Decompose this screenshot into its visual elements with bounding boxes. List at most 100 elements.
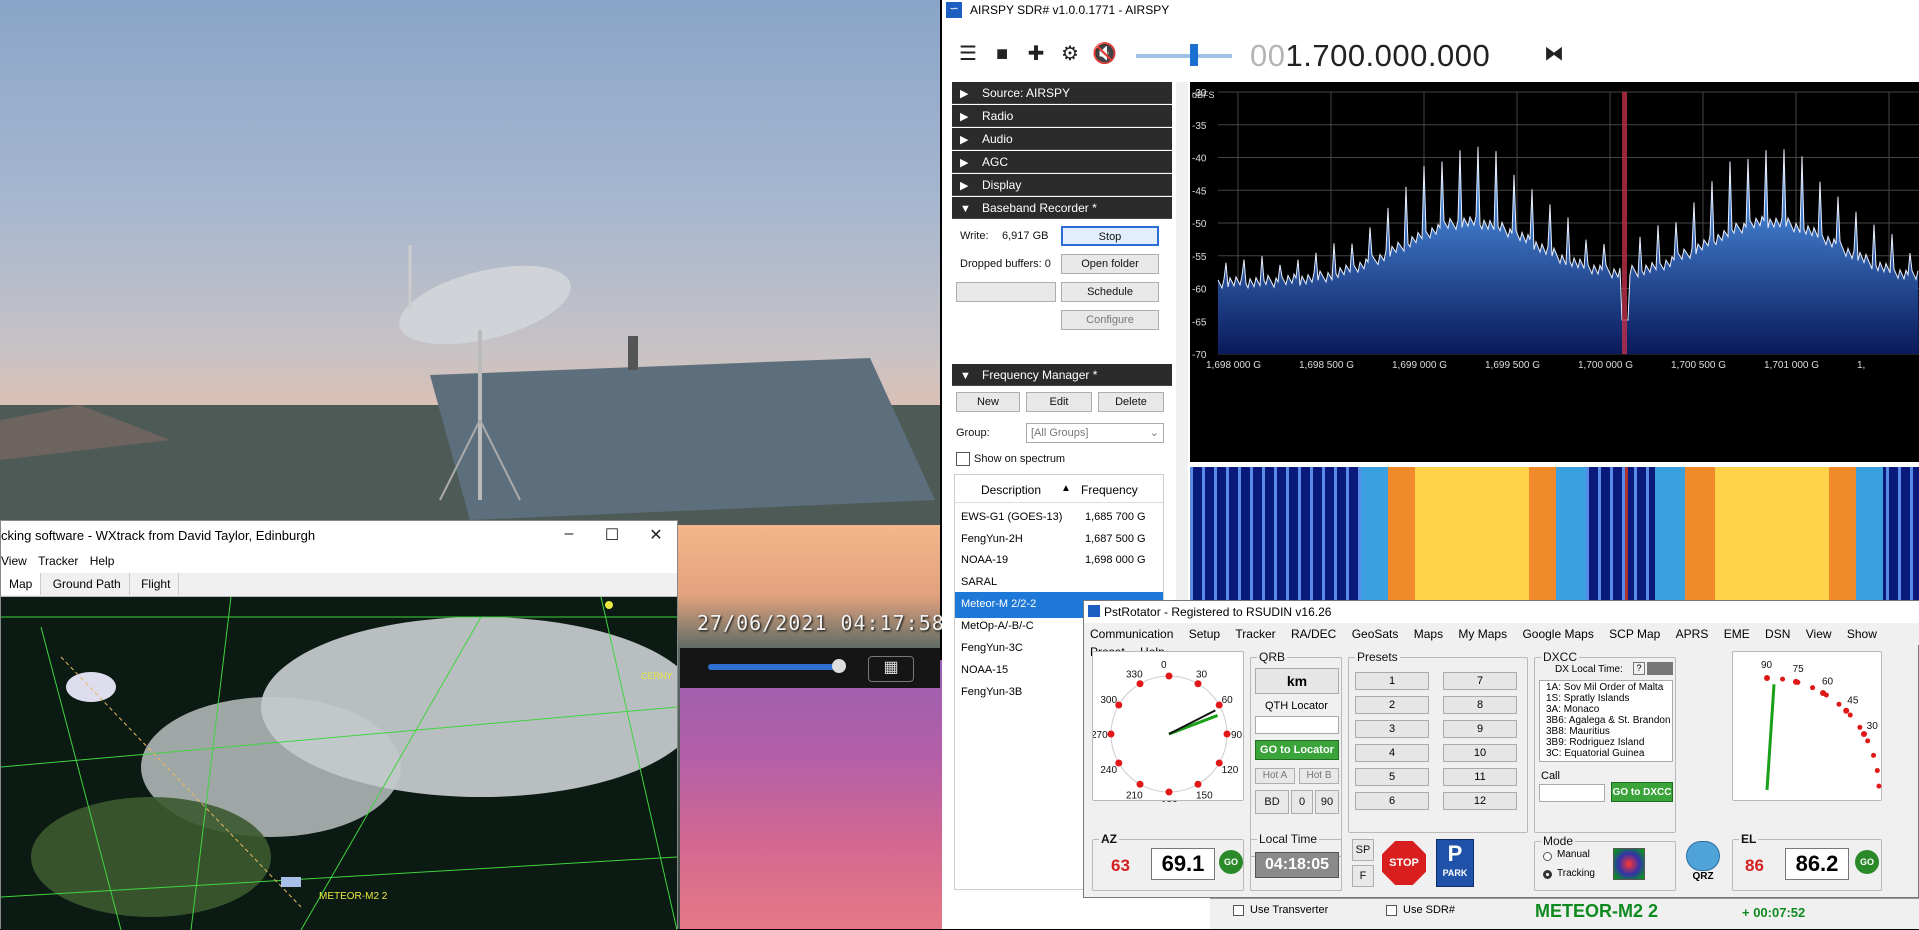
maximize-icon[interactable]: ☐ xyxy=(589,521,635,551)
tracking-radio[interactable] xyxy=(1543,870,1552,879)
stop-icon[interactable]: ■ xyxy=(990,42,1014,66)
el-go-button[interactable]: GO xyxy=(1855,850,1879,874)
dxcc-list[interactable]: 1A: Sov Mil Order of Malta 1S: Spratly I… xyxy=(1539,680,1673,762)
schedule-button[interactable]: Schedule xyxy=(1061,282,1159,302)
section-frequency-manager[interactable]: ▼ Frequency Manager * xyxy=(952,364,1172,386)
new-button[interactable]: New xyxy=(956,392,1020,412)
tab-flight[interactable]: Flight xyxy=(133,573,180,595)
elevation-dial[interactable]: 90 75 60 45 30 xyxy=(1732,651,1882,801)
menu-tracker[interactable]: Tracker xyxy=(38,551,86,568)
grid-view-icon[interactable]: ▦ xyxy=(868,656,914,682)
menu-ra-dec[interactable]: RA/DEC xyxy=(1285,623,1342,641)
dxcc-entry[interactable]: 3B9: Rodriguez Island xyxy=(1546,737,1644,748)
menu-dsn[interactable]: DSN xyxy=(1759,623,1796,641)
menu-maps[interactable]: Maps xyxy=(1408,623,1449,641)
satellite-map[interactable]: METEOR-M2 2 CERNY xyxy=(1,597,677,930)
section-audio[interactable]: ▶ Audio xyxy=(952,128,1172,150)
preset-button[interactable]: 12 xyxy=(1443,792,1517,810)
section-agc[interactable]: ▶ AGC xyxy=(952,151,1172,173)
camera-volume-slider[interactable] xyxy=(708,664,838,670)
preset-button[interactable]: 7 xyxy=(1443,672,1517,690)
tab-map[interactable]: Map xyxy=(1,573,42,595)
preset-button[interactable]: 5 xyxy=(1355,768,1429,786)
preset-button[interactable]: 6 xyxy=(1355,792,1429,810)
azimuth-compass[interactable]: 0 30 60 90 120 150 180 210 240 270 300 330 xyxy=(1091,651,1244,811)
sp-button[interactable]: SP xyxy=(1352,839,1374,861)
menu-setup[interactable]: Setup xyxy=(1183,623,1226,641)
section-source[interactable]: ▶ Source: AIRSPY xyxy=(952,82,1172,104)
preset-button[interactable]: 11 xyxy=(1443,768,1517,786)
group-select[interactable]: [All Groups] ⌄ xyxy=(1026,423,1164,443)
bd-button[interactable]: BD xyxy=(1255,790,1289,814)
globe-rainbow-icon[interactable] xyxy=(1613,848,1645,880)
stop-button[interactable]: Stop xyxy=(1061,226,1159,246)
menu-scp-map[interactable]: SCP Map xyxy=(1603,623,1666,641)
use-transverter-checkbox[interactable] xyxy=(1233,905,1244,916)
show-on-spectrum-checkbox[interactable] xyxy=(956,452,970,466)
park-button[interactable]: P PARK xyxy=(1436,839,1474,887)
mute-speaker-icon[interactable]: 🔇 xyxy=(1092,42,1117,66)
preset-button[interactable]: 2 xyxy=(1355,696,1429,714)
menu-help[interactable]: Help xyxy=(90,551,123,568)
column-frequency[interactable]: Frequency xyxy=(1081,483,1138,497)
bd-0-button[interactable]: 0 xyxy=(1291,790,1313,814)
dxcc-entry[interactable]: 3A: Monaco xyxy=(1546,704,1599,715)
call-input[interactable] xyxy=(1539,784,1605,802)
az-go-button[interactable]: GO xyxy=(1219,850,1243,874)
section-radio[interactable]: ▶ Radio xyxy=(952,105,1172,127)
menu-tracker[interactable]: Tracker xyxy=(1229,623,1281,641)
spectrum-display[interactable]: dBFS -30 -35 -40 -45 -50 -55 -60 -65 -70 1,698 00… xyxy=(1190,82,1919,462)
configure-button[interactable]: Configure xyxy=(1061,310,1159,330)
preset-button[interactable]: 3 xyxy=(1355,720,1429,738)
preset-button[interactable]: 9 xyxy=(1443,720,1517,738)
column-description[interactable]: Description xyxy=(981,483,1041,497)
menu-geosats[interactable]: GeoSats xyxy=(1346,623,1405,641)
section-baseband[interactable]: ▼ Baseband Recorder * xyxy=(952,197,1172,219)
bd-90-button[interactable]: 90 xyxy=(1315,790,1339,814)
settings-gear-icon[interactable]: ⚙ xyxy=(1058,42,1082,66)
el-current[interactable]: 86.2 xyxy=(1785,848,1849,880)
menu-view[interactable]: View xyxy=(1800,623,1838,641)
hot-a-button[interactable]: Hot A xyxy=(1255,768,1295,784)
dxcc-entry[interactable]: 3B6: Agalega & St. Brandon xyxy=(1546,715,1671,726)
preset-button[interactable]: 10 xyxy=(1443,744,1517,762)
menu-my-maps[interactable]: My Maps xyxy=(1452,623,1513,641)
volume-slider[interactable] xyxy=(1136,54,1232,58)
menu-view[interactable]: View xyxy=(1,551,35,568)
az-current[interactable]: 69.1 xyxy=(1151,848,1215,880)
menu-aprs[interactable]: APRS xyxy=(1670,623,1715,641)
section-display[interactable]: ▶ Display xyxy=(952,174,1172,196)
swap-icon[interactable]: ⧓ xyxy=(1542,42,1566,66)
dx-help-button[interactable]: ? xyxy=(1633,662,1645,675)
dxcc-entry[interactable]: 1A: Sov Mil Order of Malta xyxy=(1546,682,1663,693)
dxcc-entry[interactable]: 1S: Spratly Islands xyxy=(1546,693,1629,704)
menu-google-maps[interactable]: Google Maps xyxy=(1516,623,1599,641)
volume-slider-thumb[interactable] xyxy=(1190,44,1198,66)
minimize-icon[interactable]: – xyxy=(546,521,592,551)
dxcc-entry[interactable]: 3B8: Mauritius xyxy=(1546,726,1610,737)
qrz-button[interactable]: QRZ xyxy=(1684,841,1722,889)
preset-button[interactable]: 1 xyxy=(1355,672,1429,690)
menu-eme[interactable]: EME xyxy=(1718,623,1756,641)
f-button[interactable]: F xyxy=(1352,865,1374,887)
delete-button[interactable]: Delete xyxy=(1098,392,1164,412)
use-sdr-checkbox[interactable] xyxy=(1386,905,1397,916)
go-to-dxcc-button[interactable]: GO to DXCC xyxy=(1611,782,1673,802)
close-icon[interactable]: ✕ xyxy=(633,521,679,551)
preset-button[interactable]: 4 xyxy=(1355,744,1429,762)
go-to-locator-button[interactable]: GO to Locator xyxy=(1255,740,1339,760)
tab-ground-path[interactable]: Ground Path xyxy=(45,573,130,595)
dxcc-entry[interactable]: 3C: Equatorial Guinea xyxy=(1546,748,1644,759)
frequency-display[interactable]: 001.700.000.000 xyxy=(1250,38,1490,74)
open-folder-button[interactable]: Open folder xyxy=(1061,254,1159,274)
stop-sign-button[interactable]: STOP xyxy=(1382,841,1426,885)
hamburger-menu-icon[interactable]: ☰ xyxy=(956,42,980,66)
qth-locator-input[interactable] xyxy=(1255,716,1339,734)
preset-button[interactable]: 8 xyxy=(1443,696,1517,714)
menu-communication[interactable]: Communication xyxy=(1084,623,1179,641)
menu-show[interactable]: Show xyxy=(1841,623,1883,641)
hot-b-button[interactable]: Hot B xyxy=(1299,768,1339,784)
camera-slider-thumb[interactable] xyxy=(832,659,846,673)
add-icon[interactable]: ✚ xyxy=(1024,42,1048,66)
manual-radio[interactable] xyxy=(1543,852,1552,861)
